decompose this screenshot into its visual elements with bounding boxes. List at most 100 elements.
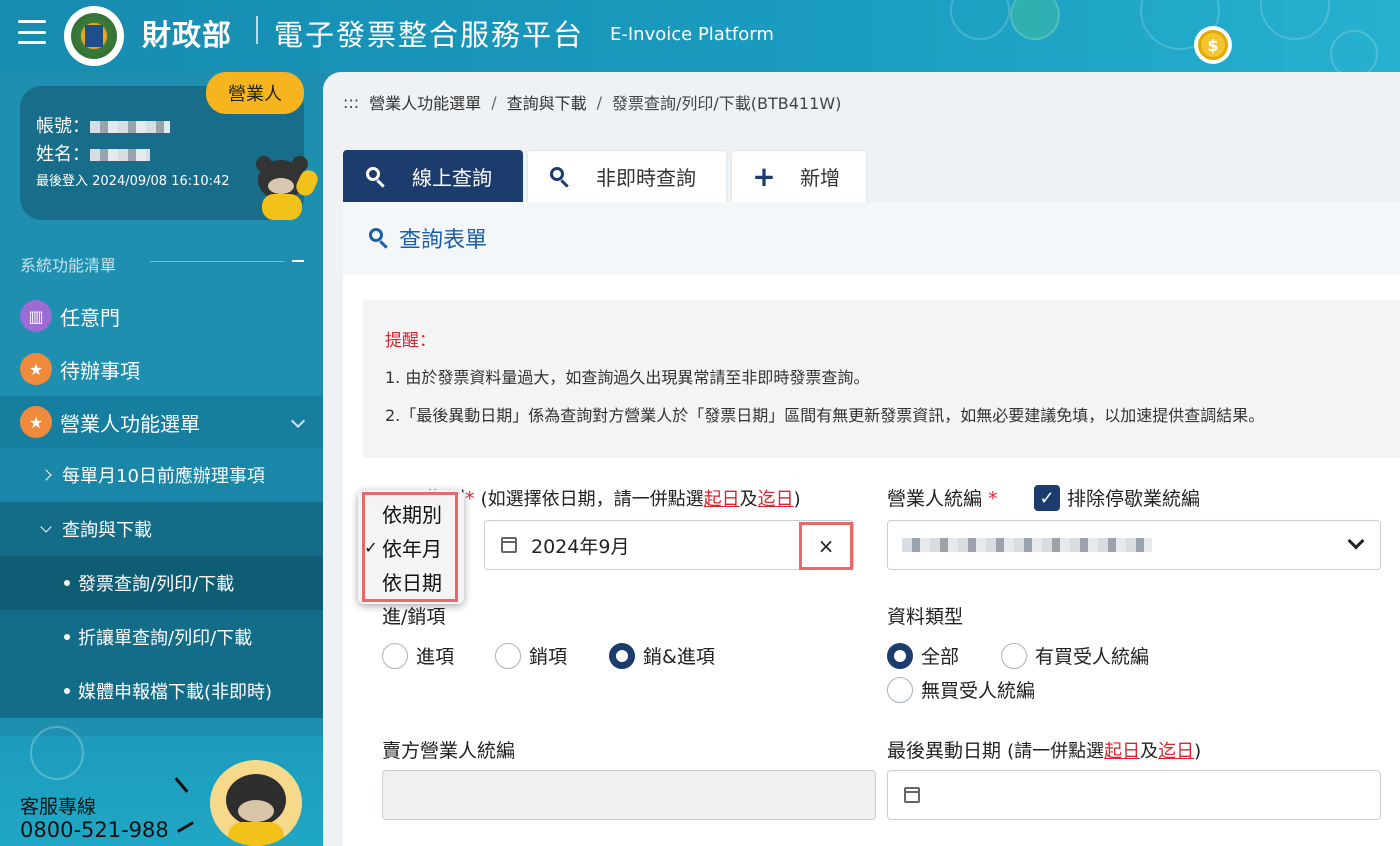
radio-out[interactable]: 銷項 xyxy=(495,642,567,669)
radio-circle xyxy=(1001,642,1027,669)
period-label: 期別* (如選擇依日期，請一併點選起日及迄日) xyxy=(427,484,801,511)
mascot-bear-icon xyxy=(210,760,302,846)
calendar-icon xyxy=(501,537,517,553)
period-type-dropdown: 依期別 ✓ 依年月 依日期 xyxy=(358,490,464,604)
sidebar-subitem-monthly[interactable]: 每單月10日前應辦理事項 xyxy=(0,448,323,502)
dropdown-option-by-month[interactable]: ✓ 依年月 xyxy=(358,530,464,564)
sidebar: 營業人 帳號： 姓名： 最後登入 2024/09/08 16:10:42 系統功… xyxy=(0,72,323,846)
lm-start-date-link[interactable]: 起日 xyxy=(1104,741,1140,762)
breadcrumb-current: 發票查詢/列印/下載(BTB411W) xyxy=(611,94,842,113)
notice-line-2: 2.「最後異動日期」係為查詢對方營業人於「發票日期」區間有無更新發票資訊，如無必… xyxy=(385,406,1265,425)
radio-with-buyer-id[interactable]: 有買受人統編 xyxy=(1001,642,1149,669)
decor-bubble xyxy=(1260,0,1330,40)
chevron-down-icon xyxy=(1347,532,1365,550)
bullet-icon xyxy=(64,634,70,640)
ministry-logo[interactable] xyxy=(64,6,124,66)
name-label: 姓名： xyxy=(36,144,90,165)
start-date-link[interactable]: 起日 xyxy=(704,489,740,510)
main-content: ::: 營業人功能選單 / 查詢與下載 / 發票查詢/列印/下載(BTB411W… xyxy=(323,72,1400,846)
tab-offline-query[interactable]: 非即時查詢 xyxy=(527,150,727,202)
breadcrumb-prefix: ::: xyxy=(343,92,360,112)
business-id-label: 營業人統編 * xyxy=(887,488,998,510)
tab-label: 線上查詢 xyxy=(412,166,492,190)
collapse-icon[interactable] xyxy=(292,260,304,262)
sidebar-subitem-query-download[interactable]: 查詢與下載 xyxy=(0,502,323,556)
decor-line xyxy=(174,777,189,793)
role-badge: 營業人 xyxy=(206,72,304,114)
mascot-bear-icon xyxy=(250,156,321,222)
top-header: 財政部 電子發票整合服務平台 E-Invoice Platform $ xyxy=(0,0,1400,72)
chevron-down-icon xyxy=(290,413,306,429)
tab-label: 新增 xyxy=(800,166,840,190)
sidebar-subitem-invoice-query[interactable]: 發票查詢/列印/下載 xyxy=(0,556,323,610)
decor-bubble xyxy=(950,0,1010,40)
sidebar-item-portal[interactable]: ▥ 任意門 xyxy=(0,290,323,342)
last-modified-date-input[interactable] xyxy=(887,770,1381,820)
hamburger-menu-icon[interactable] xyxy=(18,20,46,44)
site-subtitle-en: E-Invoice Platform xyxy=(610,24,774,45)
hotline-area: 客服專線 0800-521-988 xyxy=(0,726,323,846)
tab-bar: 線上查詢 非即時查詢 + 新增 xyxy=(343,150,867,202)
radio-circle xyxy=(382,642,408,669)
hotline-number[interactable]: 0800-521-988 xyxy=(20,818,169,842)
dropdown-option-by-date[interactable]: 依日期 xyxy=(358,564,464,598)
period-hint: (如選擇依日期，請一併點選起日及迄日) xyxy=(480,489,801,510)
form-title: 查詢表單 xyxy=(399,228,488,253)
seller-id-label: 賣方營業人統編 xyxy=(382,740,516,762)
tab-add[interactable]: + 新增 xyxy=(731,150,867,202)
sidebar-subitem-allowance-query[interactable]: 折讓單查詢/列印/下載 xyxy=(0,610,323,664)
search-icon xyxy=(548,165,572,189)
period-date-value: 2024年9月 xyxy=(531,535,630,558)
last-modified-label: 最後異動日期 (請一併點選起日及迄日) xyxy=(887,740,1202,762)
title-divider xyxy=(256,16,258,44)
tab-online-query[interactable]: 線上查詢 xyxy=(343,150,523,202)
account-line: 帳號： xyxy=(36,112,170,138)
sidebar-subitem-label: 發票查詢/列印/下載 xyxy=(78,574,235,595)
notice-box: 提醒： 1. 由於發票資料量過大，如查詢過久出現異常請至非即時發票查詢。 2.「… xyxy=(363,300,1400,458)
breadcrumb-link-query-download[interactable]: 查詢與下載 xyxy=(507,90,587,114)
menu-section-header[interactable]: 系統功能清單 xyxy=(20,252,304,275)
dropdown-option-by-period[interactable]: 依期別 xyxy=(358,496,464,530)
notice-line-1: 1. 由於發票資料量過大，如查詢過久出現異常請至非即時發票查詢。 xyxy=(385,368,870,387)
last-login: 最後登入 2024/09/08 16:10:42 xyxy=(36,174,230,189)
sidebar-item-label: 營業人功能選單 xyxy=(60,411,200,436)
plus-icon: + xyxy=(752,159,776,193)
clear-date-button[interactable]: × xyxy=(799,522,853,570)
query-form-panel: 查詢表單 提醒： 1. 由於發票資料量過大，如查詢過久出現異常請至非即時發票查詢… xyxy=(343,202,1400,846)
sidebar-subitem-label: 每單月10日前應辦理事項 xyxy=(62,466,265,487)
site-title: 財政部 xyxy=(142,18,233,52)
decor-bubble xyxy=(30,726,84,780)
search-icon xyxy=(369,228,389,249)
notice-title: 提醒： xyxy=(385,331,436,351)
menu-section-title: 系統功能清單 xyxy=(20,256,117,275)
business-id-select[interactable] xyxy=(887,520,1381,570)
star-icon: ★ xyxy=(20,406,52,438)
hotline-label: 客服專線 xyxy=(20,796,97,818)
sidebar-subitem-media-download[interactable]: 媒體申報檔下載(非即時) xyxy=(0,664,323,718)
radio-circle-selected xyxy=(609,642,635,669)
chevron-down-icon xyxy=(40,521,52,533)
site-subtitle: 電子發票整合服務平台 xyxy=(274,18,585,52)
radio-in[interactable]: 進項 xyxy=(382,642,454,669)
tab-label: 非即時查詢 xyxy=(596,166,696,190)
in-out-label: 進/銷項 xyxy=(382,606,446,628)
form-header: 查詢表單 xyxy=(343,202,1400,274)
end-date-link[interactable]: 迄日 xyxy=(758,489,794,510)
star-icon: ★ xyxy=(20,353,52,385)
decor-bubble xyxy=(1330,30,1378,72)
sidebar-item-todo[interactable]: ★ 待辦事項 xyxy=(0,342,323,396)
radio-all[interactable]: 全部 xyxy=(887,642,959,669)
name-line: 姓名： xyxy=(36,140,150,166)
business-id-masked xyxy=(902,538,1152,552)
account-masked xyxy=(90,121,170,133)
sidebar-item-business-menu[interactable]: ★ 營業人功能選單 xyxy=(0,396,323,448)
radio-without-buyer-id[interactable]: 無買受人統編 xyxy=(887,676,1035,703)
lm-end-date-link[interactable]: 迄日 xyxy=(1158,741,1194,762)
seller-id-input[interactable] xyxy=(382,770,876,820)
decor-line xyxy=(176,821,195,833)
radio-in-out[interactable]: 銷&進項 xyxy=(609,642,715,669)
exclude-suspended-checkbox[interactable]: ✓ xyxy=(1034,485,1060,511)
radio-circle xyxy=(495,642,521,669)
sidebar-subitem-label: 折讓單查詢/列印/下載 xyxy=(78,628,253,649)
breadcrumb-link-business-menu[interactable]: 營業人功能選單 xyxy=(369,90,481,114)
